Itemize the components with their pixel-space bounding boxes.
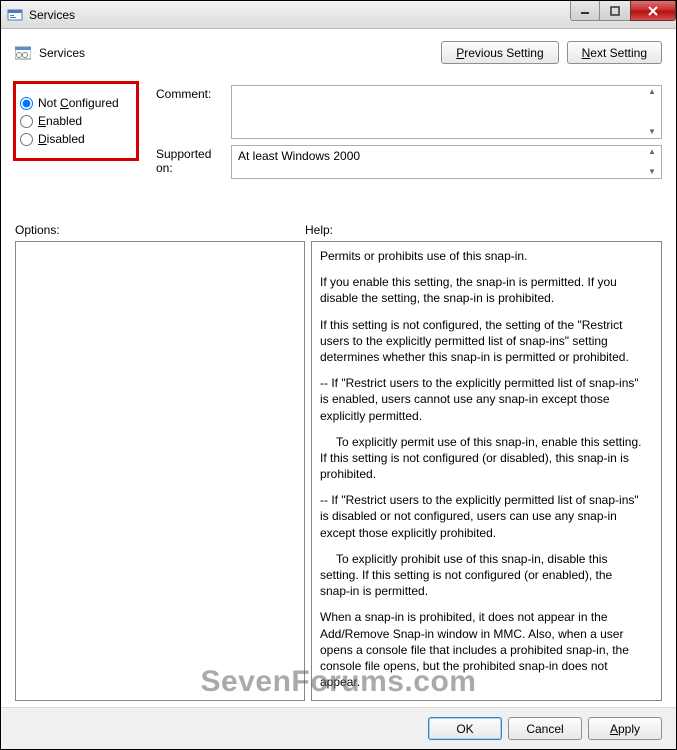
policy-name: Services bbox=[39, 46, 85, 60]
supported-value: At least Windows 2000 bbox=[238, 149, 360, 163]
apply-button[interactable]: Apply bbox=[588, 717, 662, 740]
supported-scroll[interactable]: ▲ ▼ bbox=[645, 148, 659, 176]
radio-not-configured-input[interactable] bbox=[20, 97, 33, 110]
cancel-button[interactable]: Cancel bbox=[508, 717, 582, 740]
down-arrow-icon[interactable]: ▼ bbox=[645, 128, 659, 136]
radio-disabled-input[interactable] bbox=[20, 133, 33, 146]
ok-button[interactable]: OK bbox=[428, 717, 502, 740]
details-block: Comment: ▲ ▼ Supported on: At least Wind… bbox=[156, 85, 662, 185]
header-row: Services Previous Setting Next Setting bbox=[15, 41, 662, 64]
up-arrow-icon[interactable]: ▲ bbox=[645, 88, 659, 96]
supported-label: Supported on: bbox=[156, 145, 231, 175]
panel-labels: Options: Help: bbox=[15, 223, 662, 237]
help-panel[interactable]: Permits or prohibits use of this snap-in… bbox=[311, 241, 662, 701]
radio-enabled[interactable]: Enabled bbox=[20, 114, 130, 128]
comment-field[interactable]: ▲ ▼ bbox=[231, 85, 662, 139]
help-text: If you enable this setting, the snap-in … bbox=[320, 274, 643, 306]
options-panel bbox=[15, 241, 305, 701]
titlebar: Services bbox=[1, 1, 676, 29]
setting-state-group: Not Configured Enabled Disabled bbox=[13, 81, 139, 161]
up-arrow-icon[interactable]: ▲ bbox=[645, 148, 659, 156]
window-controls bbox=[570, 1, 676, 21]
previous-setting-button[interactable]: Previous Setting bbox=[441, 41, 558, 64]
help-text: When a snap-in is prohibited, it does no… bbox=[320, 609, 643, 690]
down-arrow-icon[interactable]: ▼ bbox=[645, 168, 659, 176]
help-text: Permits or prohibits use of this snap-in… bbox=[320, 248, 643, 264]
supported-field: At least Windows 2000 ▲ ▼ bbox=[231, 145, 662, 179]
help-text: To explicitly prohibit use of this snap-… bbox=[320, 551, 643, 600]
close-button[interactable] bbox=[630, 1, 676, 21]
comment-scroll[interactable]: ▲ ▼ bbox=[645, 88, 659, 136]
minimize-button[interactable] bbox=[570, 1, 600, 21]
window-title: Services bbox=[29, 8, 75, 22]
radio-disabled[interactable]: Disabled bbox=[20, 132, 130, 146]
maximize-button[interactable] bbox=[600, 1, 630, 21]
bottom-button-bar: OK Cancel Apply bbox=[1, 707, 676, 749]
services-icon bbox=[15, 45, 31, 61]
comment-label: Comment: bbox=[156, 85, 231, 101]
options-label: Options: bbox=[15, 223, 305, 237]
app-icon bbox=[7, 7, 23, 23]
panels: Permits or prohibits use of this snap-in… bbox=[15, 241, 662, 701]
help-text: -- If "Restrict users to the explicitly … bbox=[320, 492, 643, 541]
next-setting-button[interactable]: Next Setting bbox=[567, 41, 662, 64]
help-text: To explicitly permit use of this snap-in… bbox=[320, 434, 643, 483]
content-area: Services Previous Setting Next Setting bbox=[1, 29, 676, 88]
help-text: If this setting is not configured, the s… bbox=[320, 317, 643, 366]
radio-enabled-input[interactable] bbox=[20, 115, 33, 128]
help-label: Help: bbox=[305, 223, 333, 237]
help-text: -- If "Restrict users to the explicitly … bbox=[320, 375, 643, 424]
radio-not-configured[interactable]: Not Configured bbox=[20, 96, 130, 110]
